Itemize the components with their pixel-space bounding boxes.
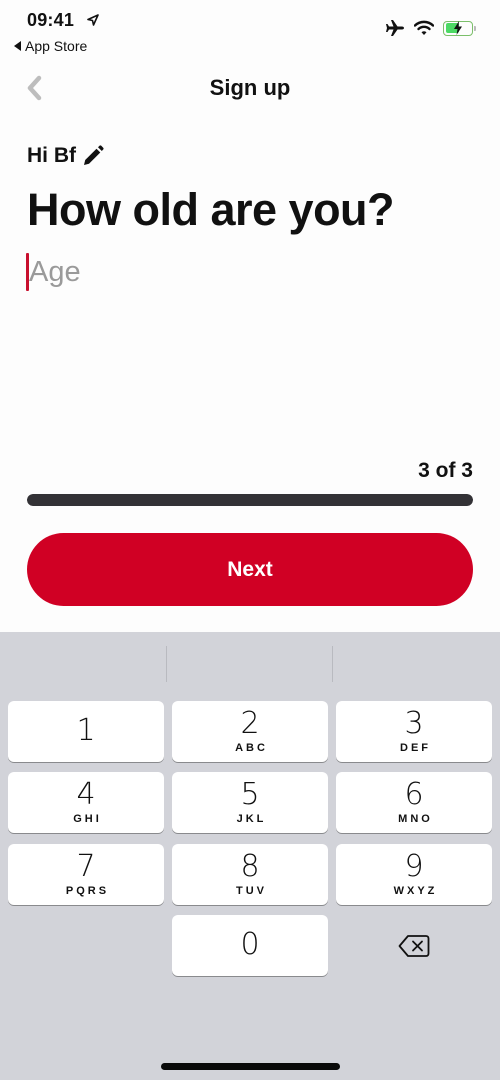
key-letters: TUV — [236, 885, 267, 897]
key-8[interactable]: 8 TUV — [172, 844, 328, 905]
key-digit: 8 — [240, 849, 260, 884]
status-icons — [385, 19, 476, 37]
location-arrow-icon — [87, 14, 99, 26]
question-heading: How old are you? — [27, 184, 395, 235]
status-time: 09:41 — [27, 10, 75, 30]
key-5[interactable]: 5 JKL — [172, 772, 328, 833]
status-bar: 09:41 App Store — [0, 0, 500, 60]
key-letters: PQRS — [65, 885, 110, 897]
key-0[interactable]: 0 — [172, 915, 328, 976]
back-app-label: App Store — [25, 38, 88, 54]
key-3[interactable]: 3 DEF — [336, 701, 492, 762]
wifi-icon — [414, 20, 434, 35]
backspace-icon — [398, 934, 430, 957]
key-digit: 5 — [240, 777, 260, 812]
greeting: Hi Bf — [27, 144, 104, 168]
key-digit: 4 — [76, 777, 96, 812]
age-input[interactable] — [29, 255, 429, 289]
greeting-text: Hi Bf — [27, 144, 76, 167]
key-digit: 3 — [404, 706, 424, 741]
key-9[interactable]: 9 WXYZ — [336, 844, 492, 905]
page-title: Sign up — [209, 75, 291, 100]
battery-charging-icon — [443, 20, 476, 36]
suggestion-divider — [166, 646, 167, 682]
home-indicator[interactable] — [161, 1063, 340, 1070]
progress-fill — [27, 494, 473, 506]
next-button[interactable]: Next — [27, 533, 473, 606]
key-letters: GHI — [73, 813, 102, 825]
key-digit: 6 — [404, 777, 424, 812]
pencil-icon[interactable] — [82, 145, 104, 167]
key-letters: DEF — [400, 742, 431, 754]
step-counter: 3 of 3 — [418, 459, 473, 482]
airplane-icon — [386, 20, 404, 36]
key-letters: WXYZ — [393, 885, 438, 897]
key-digit: 0 — [240, 927, 260, 962]
nav-bar: Sign up — [0, 66, 500, 110]
key-letters: JKL — [236, 813, 267, 825]
key-digit: 2 — [240, 706, 260, 741]
key-6[interactable]: 6 MNO — [336, 772, 492, 833]
key-2[interactable]: 2 ABC — [172, 701, 328, 762]
back-triangle-icon — [14, 41, 21, 51]
progress-bar — [27, 494, 473, 506]
key-7[interactable]: 7 PQRS — [8, 844, 164, 905]
key-letters: ABC — [235, 742, 268, 754]
key-letters: MNO — [398, 813, 433, 825]
suggestion-divider — [332, 646, 333, 682]
key-4[interactable]: 4 GHI — [8, 772, 164, 833]
age-field[interactable] — [26, 250, 474, 294]
numeric-keyboard: 1 2 ABC 3 DEF 4 GHI 5 JKL 6 MNO 7 PQRS 8… — [0, 632, 500, 1080]
back-to-app-store[interactable]: App Store — [14, 38, 87, 54]
suggestion-bar — [0, 632, 500, 694]
key-digit: 1 — [76, 713, 96, 748]
delete-key[interactable] — [336, 915, 492, 976]
key-1[interactable]: 1 — [8, 701, 164, 762]
key-digit: 9 — [404, 849, 424, 884]
key-digit: 7 — [76, 849, 96, 884]
